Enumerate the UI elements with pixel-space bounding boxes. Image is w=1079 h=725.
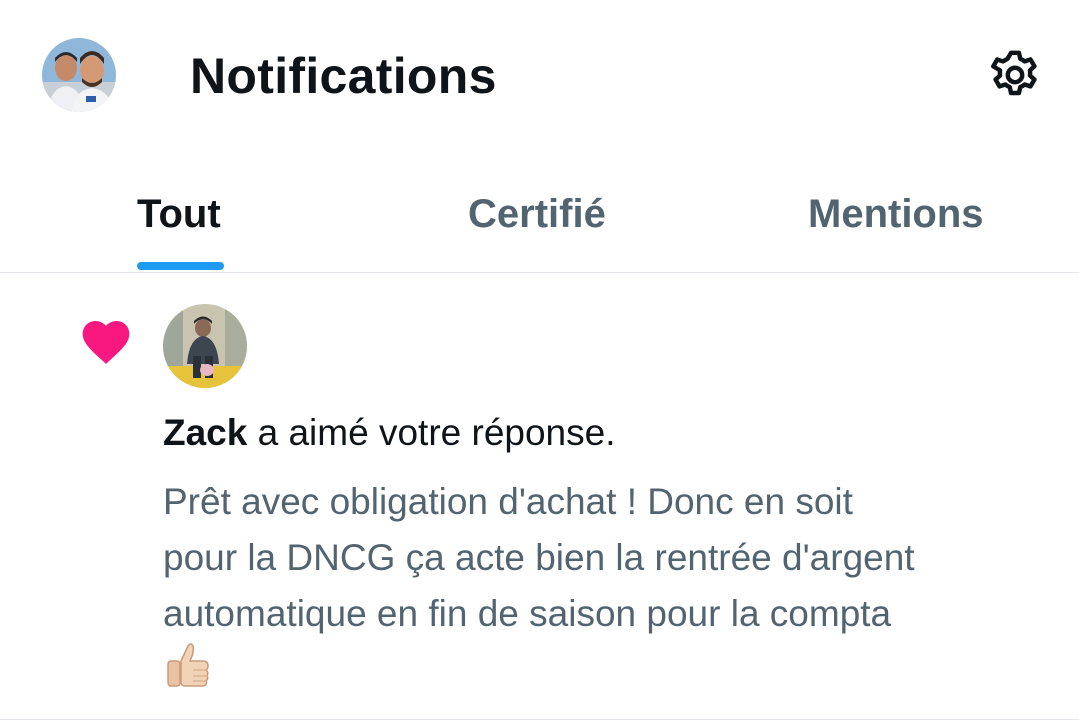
tab-mentions[interactable]: Mentions (790, 160, 1020, 272)
thumbs-up-icon (167, 643, 209, 687)
page-title: Notifications (190, 48, 497, 104)
active-tab-indicator (137, 262, 224, 270)
reply-text-line: pour la DNCG ça acte bien la rentrée d'a… (163, 537, 915, 578)
notifications-screen: Notifications Tout Certifié Mentions Zac… (0, 0, 1079, 725)
notification-tabs: Tout Certifié Mentions (0, 160, 1079, 273)
gear-icon (991, 50, 1037, 96)
tab-all[interactable]: Tout (100, 160, 260, 272)
user-avatar[interactable] (163, 304, 247, 388)
reply-text-line: automatique en fin de saison pour la com… (163, 593, 892, 634)
top-header: Notifications (0, 0, 1079, 150)
settings-button[interactable] (980, 40, 1050, 110)
notification-user-name[interactable]: Zack (163, 412, 247, 453)
notification-reply-text: Prêt avec obligation d'achat ! Donc en s… (163, 474, 1043, 642)
heart-icon (82, 321, 130, 364)
notification-item[interactable]: Zack a aimé votre réponse. Prêt avec obl… (0, 274, 1079, 720)
tab-verified-label: Certifié (468, 192, 606, 236)
tab-mentions-label: Mentions (808, 192, 984, 236)
notification-headline: Zack a aimé votre réponse. (163, 410, 615, 456)
tab-all-label: Tout (137, 192, 221, 236)
reply-text-line: Prêt avec obligation d'achat ! Donc en s… (163, 481, 853, 522)
user-avatar-icon (163, 304, 247, 388)
notification-action-text: a aimé votre réponse. (247, 412, 616, 453)
tab-verified[interactable]: Certifié (440, 160, 640, 272)
profile-avatar[interactable] (42, 38, 116, 112)
profile-avatar-icon (42, 38, 116, 112)
